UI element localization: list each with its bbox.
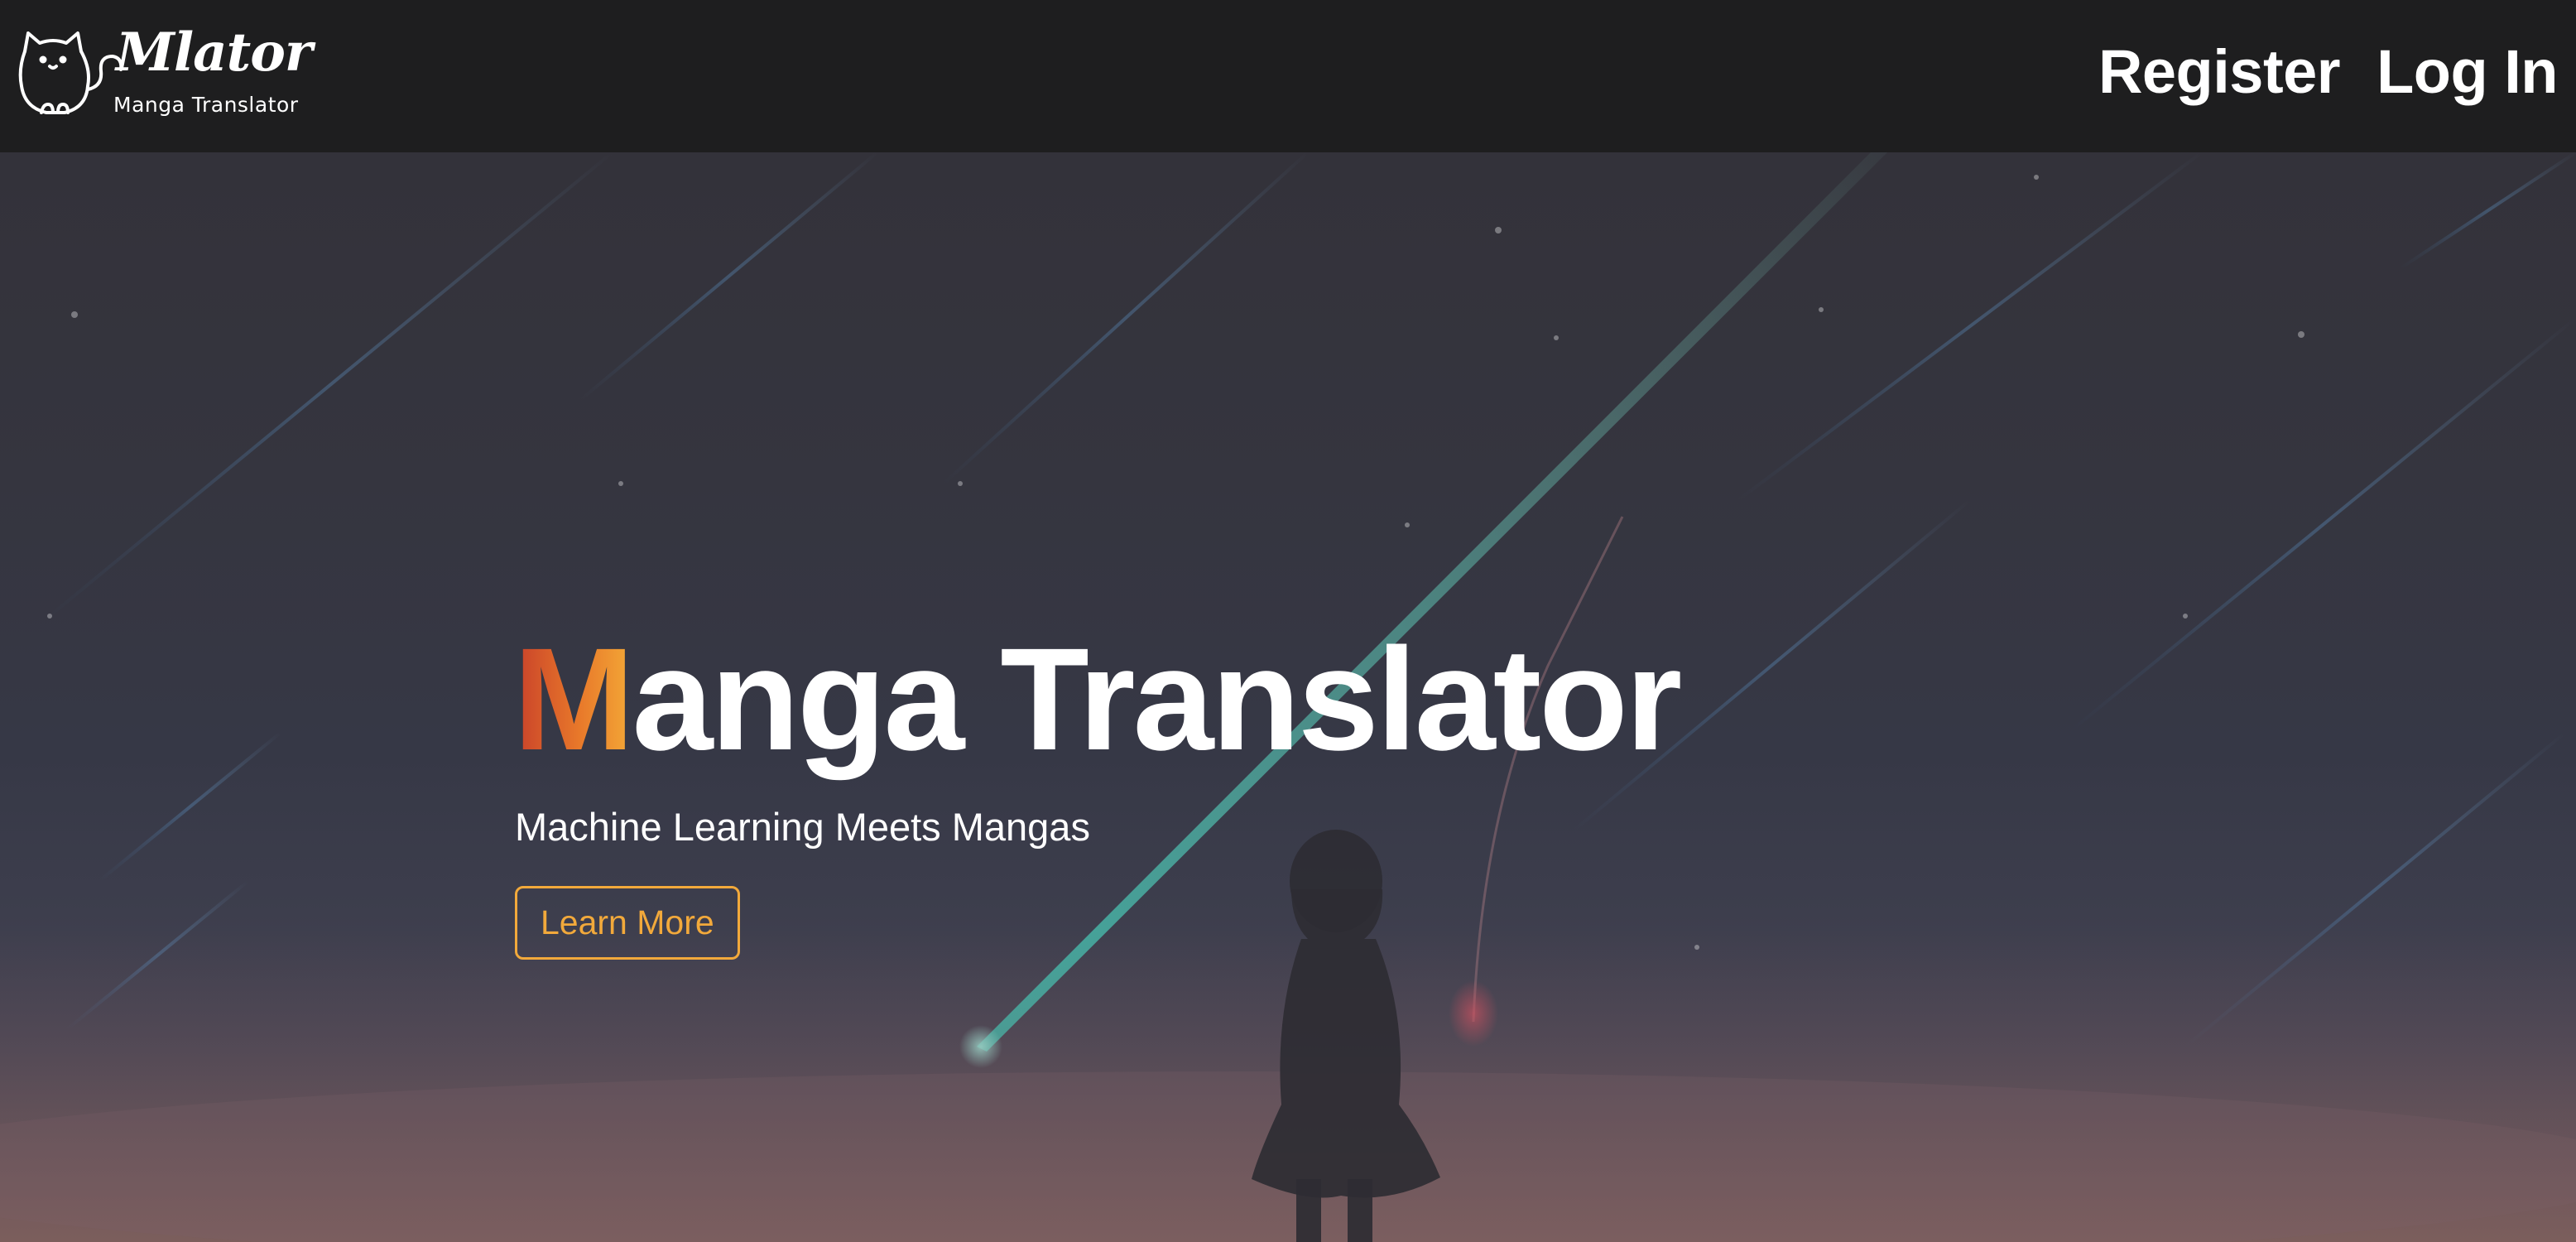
landing-page: Mlator Manga Translator Register Log In	[0, 0, 2576, 1242]
brand-tagline: Manga Translator	[113, 93, 299, 117]
hero-title-first-letter: M	[513, 619, 635, 781]
navbar: Mlator Manga Translator Register Log In	[0, 0, 2576, 152]
hero-content: Manga Translator Machine Learning Meets …	[513, 619, 1838, 960]
nav-links: Register Log In	[2098, 36, 2559, 107]
learn-more-button[interactable]: Learn More	[515, 885, 740, 960]
hero-title-rest: anga Translator	[632, 619, 1683, 781]
register-link[interactable]: Register	[2098, 36, 2341, 107]
login-link[interactable]: Log In	[2377, 36, 2558, 107]
hero-section: Manga Translator Machine Learning Meets …	[0, 152, 2576, 1242]
hero-subtitle: Machine Learning Meets Mangas	[515, 804, 1090, 849]
brand-logo-link[interactable]: Mlator Manga Translator	[17, 25, 313, 124]
hero-title: Manga Translator	[513, 619, 1838, 781]
brand-wordmark: Mlator	[116, 22, 313, 84]
